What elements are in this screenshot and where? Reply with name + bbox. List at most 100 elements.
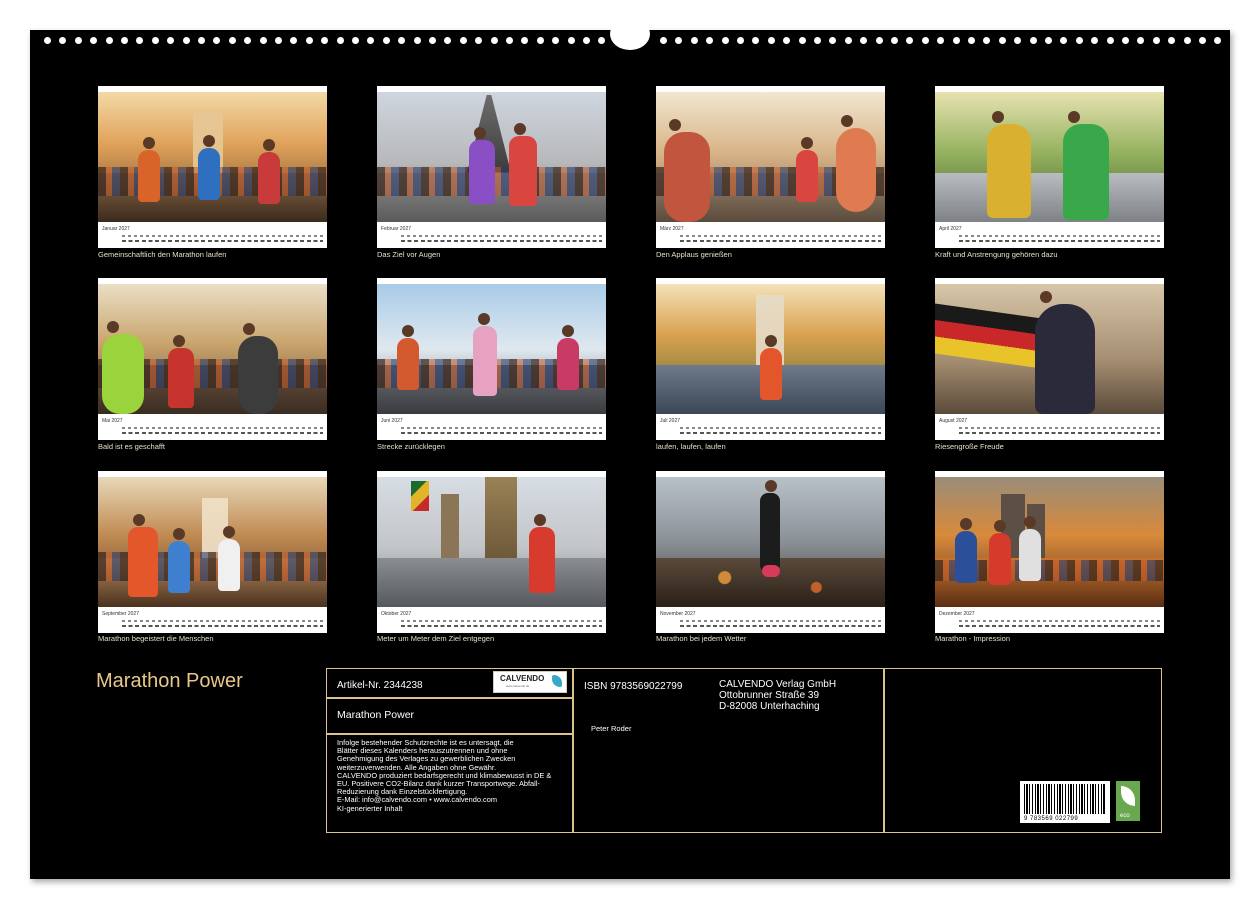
month-caption: Marathon bei jedem Wetter bbox=[656, 634, 747, 643]
legal-notice: Infolge bestehender Schutzrechte ist es … bbox=[337, 738, 552, 813]
binding-hole bbox=[1199, 37, 1206, 44]
month-photo bbox=[98, 284, 327, 414]
day-grid bbox=[959, 234, 1160, 244]
month-caption: Bald ist es geschafft bbox=[98, 442, 165, 451]
binding-hole bbox=[706, 37, 714, 44]
article-number: Artikel-Nr. 2344238 bbox=[337, 680, 423, 691]
binding-hole bbox=[367, 37, 375, 44]
month-card: Oktober 2027 bbox=[377, 471, 606, 633]
isbn-barcode: 9 783569 022799 bbox=[1020, 781, 1110, 823]
binding-hole bbox=[906, 37, 914, 44]
month-label: Januar 2027 bbox=[102, 226, 130, 232]
month-caption: Marathon - Impression bbox=[935, 634, 1011, 643]
month-card: Dezember 2027 bbox=[935, 471, 1164, 633]
binding-hole bbox=[1152, 37, 1160, 44]
month-label: Oktober 2027 bbox=[381, 611, 412, 617]
binding-hole bbox=[182, 37, 190, 44]
month-card: März 2027 bbox=[656, 86, 885, 248]
calendar-title: Marathon Power bbox=[96, 670, 243, 692]
binding-hole bbox=[921, 37, 929, 44]
logo-swoosh-icon bbox=[552, 675, 562, 687]
month-photo bbox=[656, 477, 885, 607]
binding-hole bbox=[690, 37, 698, 44]
publisher-address: CALVENDO Verlag GmbH Ottobrunner Straße … bbox=[719, 679, 837, 712]
binding-hole bbox=[382, 37, 390, 44]
month-label: Juli 2027 bbox=[660, 418, 681, 424]
binding-hole bbox=[829, 37, 837, 44]
isbn: ISBN 9783569022799 bbox=[584, 681, 683, 692]
binding-hole bbox=[968, 37, 975, 44]
binding-hole bbox=[336, 37, 344, 44]
day-grid bbox=[680, 234, 881, 244]
binding-hole bbox=[59, 37, 67, 44]
month-card: Januar 2027 bbox=[98, 86, 327, 248]
binding-hole bbox=[475, 37, 483, 44]
binding-hole bbox=[521, 37, 529, 44]
month-card: Mai 2027 bbox=[98, 278, 327, 440]
binding-hole bbox=[814, 37, 821, 44]
month-label: November 2027 bbox=[660, 611, 696, 617]
binding-hole bbox=[459, 37, 467, 44]
month-card: August 2027 bbox=[935, 278, 1164, 440]
binding-hole bbox=[1106, 37, 1114, 44]
binding-hole bbox=[536, 37, 544, 44]
day-grid bbox=[680, 619, 881, 629]
month-photo bbox=[98, 92, 327, 222]
binding-hole bbox=[244, 37, 252, 44]
binding-hole bbox=[398, 37, 406, 44]
binding-hole bbox=[305, 37, 313, 44]
binding-hole bbox=[860, 37, 868, 44]
binding-hole bbox=[490, 37, 498, 44]
author: Peter Roder bbox=[591, 724, 632, 733]
binding-hole bbox=[1075, 37, 1083, 44]
binding-hole bbox=[105, 37, 113, 44]
binding-hole bbox=[891, 37, 898, 44]
binding-hole bbox=[1014, 37, 1022, 44]
binding-hole bbox=[937, 37, 945, 44]
binding-hole bbox=[44, 37, 51, 44]
month-card: November 2027 bbox=[656, 471, 885, 633]
month-caption: Strecke zurücklegen bbox=[377, 442, 445, 451]
month-card: Juni 2027 bbox=[377, 278, 606, 440]
month-card: April 2027 bbox=[935, 86, 1164, 248]
binding-hole bbox=[506, 37, 513, 44]
month-caption: Meter um Meter dem Ziel entgegen bbox=[377, 634, 495, 643]
product-info-box: Artikel-Nr. 2344238 CALVENDO www.calvend… bbox=[326, 668, 1162, 833]
binding-hole bbox=[198, 37, 205, 44]
binding-hole bbox=[90, 37, 98, 44]
binding-hole bbox=[752, 37, 760, 44]
month-photo bbox=[935, 477, 1164, 607]
binding-hole bbox=[1060, 37, 1068, 44]
month-label: Mai 2027 bbox=[102, 418, 123, 424]
month-photo bbox=[656, 92, 885, 222]
binding-hole bbox=[1029, 37, 1037, 44]
eco-badge: eco bbox=[1116, 781, 1140, 821]
binding-hole bbox=[998, 37, 1006, 44]
binding-hole bbox=[952, 37, 960, 44]
day-grid bbox=[401, 426, 602, 436]
binding-hole bbox=[798, 37, 806, 44]
month-label: August 2027 bbox=[939, 418, 968, 424]
day-grid bbox=[401, 619, 602, 629]
binding-hole bbox=[983, 37, 991, 44]
binding-hole bbox=[1183, 37, 1191, 44]
month-photo bbox=[377, 92, 606, 222]
binding-hole bbox=[228, 37, 236, 44]
month-photo bbox=[656, 284, 885, 414]
leaf-icon bbox=[1121, 786, 1135, 806]
binding-hole bbox=[767, 37, 775, 44]
month-photo bbox=[935, 284, 1164, 414]
binding-hole bbox=[721, 37, 729, 44]
binding-hole bbox=[74, 37, 82, 44]
binding-hole bbox=[121, 37, 128, 44]
binding-hole bbox=[675, 37, 683, 44]
month-caption: Riesengroße Freude bbox=[935, 442, 1004, 451]
binding-hole bbox=[413, 37, 421, 44]
binding-hole bbox=[598, 37, 606, 44]
binding-hole bbox=[1122, 37, 1129, 44]
binding-hole bbox=[444, 37, 452, 44]
month-label: September 2027 bbox=[102, 611, 139, 617]
binding-hole bbox=[275, 37, 282, 44]
binding-hole bbox=[844, 37, 852, 44]
month-label: April 2027 bbox=[939, 226, 962, 232]
